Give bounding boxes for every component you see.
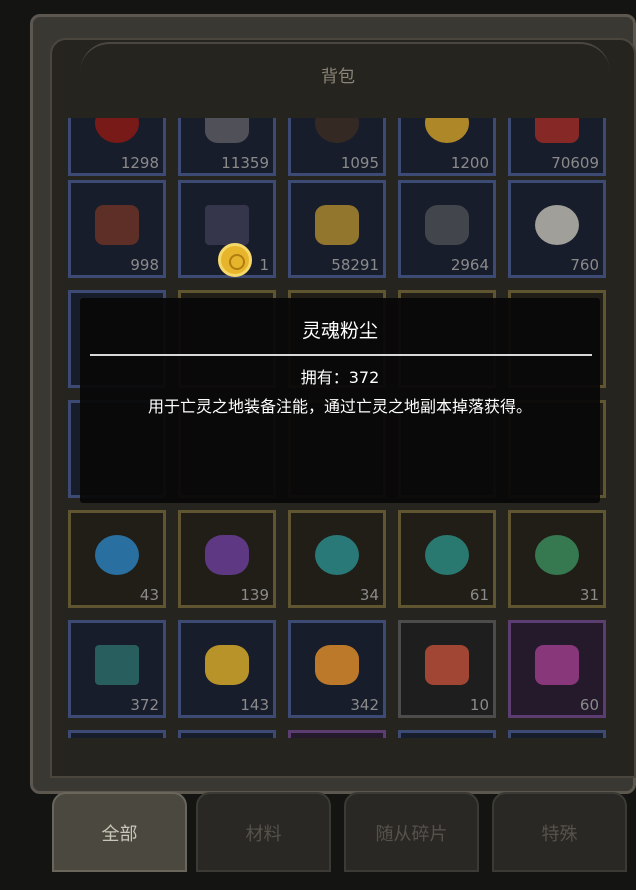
rune-ii-icon	[425, 535, 469, 576]
gold-item-icon	[425, 118, 469, 144]
orange-gem-icon	[315, 645, 359, 686]
inventory-slot[interactable]: 60	[508, 620, 606, 718]
item-count: 139	[240, 586, 269, 604]
gold-coin-icon	[218, 243, 252, 277]
tab-all[interactable]: 全部	[52, 792, 187, 872]
inventory-slot[interactable]: 34	[288, 510, 386, 608]
inventory-slot[interactable]	[508, 730, 606, 738]
item-tooltip-description: 用于亡灵之地装备注能，通过亡灵之地副本掉落获得。	[147, 397, 532, 416]
item-tooltip: 灵魂粉尘 拥有：372 用于亡灵之地装备注能，通过亡灵之地副本掉落获得。	[80, 298, 600, 503]
inventory-slot[interactable]: 1200	[398, 118, 496, 176]
inventory-slot[interactable]: 58291	[288, 180, 386, 278]
inventory-slot[interactable]: 1298	[68, 118, 166, 176]
item-tooltip-owned: 拥有：372	[300, 368, 380, 387]
inventory-slot[interactable]: 342	[288, 620, 386, 718]
inventory-slot[interactable]: 139	[178, 510, 276, 608]
inventory-slot[interactable]: 43	[68, 510, 166, 608]
stone-disc-icon	[535, 205, 579, 246]
red-robot-icon	[535, 118, 579, 144]
dark-pyramid-icon	[205, 205, 249, 246]
inventory-slot[interactable]: 70609	[508, 118, 606, 176]
item-count: 70609	[551, 154, 599, 172]
item-count: 1200	[450, 154, 489, 172]
item-count: 1298	[120, 154, 159, 172]
yellow-gem-icon	[205, 645, 249, 686]
item-count: 31	[579, 586, 599, 604]
inventory-slot[interactable]: 31	[508, 510, 606, 608]
red-hair-portrait-icon	[425, 645, 469, 686]
rune-iii-icon	[535, 535, 579, 576]
inventory-slot[interactable]: 10	[398, 620, 496, 718]
item-count: 372	[130, 696, 159, 714]
rune-v-icon	[95, 535, 139, 576]
item-count: 60	[579, 696, 599, 714]
inventory-slot[interactable]: 2964	[398, 180, 496, 278]
inventory-slot[interactable]: 1095	[288, 118, 386, 176]
item-count: 10	[469, 696, 489, 714]
inventory-tabs: 全部 材料 随从碎片 特殊	[0, 780, 636, 890]
purple-crystal-icon	[205, 535, 249, 576]
inventory-slot[interactable]	[68, 730, 166, 738]
inventory-slot[interactable]: 143	[178, 620, 276, 718]
inventory-slot[interactable]	[398, 730, 496, 738]
item-tooltip-title: 灵魂粉尘	[301, 320, 378, 342]
item-count: 34	[359, 586, 379, 604]
item-count: 58291	[331, 256, 379, 274]
item-count: 1095	[340, 154, 379, 172]
inventory-slot[interactable]	[178, 730, 276, 738]
soul-dust-icon	[95, 645, 139, 686]
rune-i-icon	[315, 535, 359, 576]
tab-special[interactable]: 特殊	[492, 792, 627, 872]
masked-portrait-icon	[535, 645, 579, 686]
item-count: 760	[570, 256, 599, 274]
inventory-slot[interactable]: 11359	[178, 118, 276, 176]
tab-follower-shards[interactable]: 随从碎片	[344, 792, 479, 872]
item-count: 2964	[450, 256, 489, 274]
tab-materials[interactable]: 材料	[196, 792, 331, 872]
item-count: 342	[350, 696, 379, 714]
inventory-slot[interactable]: 372	[68, 620, 166, 718]
item-count: 1	[259, 256, 269, 274]
inventory-slot[interactable]: 998	[68, 180, 166, 278]
item-count: 43	[139, 586, 159, 604]
golden-helmet-icon	[315, 205, 359, 246]
horned-helmet-icon	[425, 205, 469, 246]
inventory-slot[interactable]	[288, 730, 386, 738]
inventory-slot[interactable]: 760	[508, 180, 606, 278]
red-armor-icon	[95, 118, 139, 144]
item-count: 61	[469, 586, 489, 604]
item-count: 998	[130, 256, 159, 274]
inventory-slot[interactable]: 61	[398, 510, 496, 608]
dark-armor-icon	[205, 118, 249, 144]
item-tooltip-divider	[90, 354, 592, 356]
dark-orb-icon	[315, 118, 359, 144]
item-count: 11359	[221, 154, 269, 172]
inventory-title: 背包	[321, 67, 355, 87]
item-count: 143	[240, 696, 269, 714]
dark-claw-icon	[95, 205, 139, 246]
